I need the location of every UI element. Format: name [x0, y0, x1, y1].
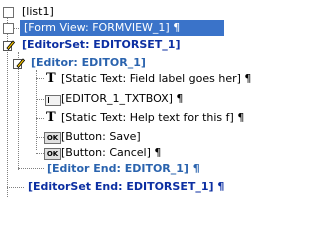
- edit-icon: [3, 40, 15, 51]
- editor-set-label: [EditorSet: EDITORSET_1]: [22, 38, 181, 51]
- component-tree: [list1] [Form View: FORMVIEW_1] ¶ [Edito…: [0, 0, 255, 209]
- txtbox-label: [EDITOR_1_TXTBOX] ¶: [61, 92, 184, 105]
- tree-row-editor-set[interactable]: [EditorSet: EDITORSET_1]: [0, 36, 255, 54]
- button-icon: OK: [44, 148, 61, 160]
- button-icon: OK: [44, 132, 61, 144]
- checkbox-icon[interactable]: [3, 23, 14, 34]
- edit-icon: [13, 58, 25, 69]
- static-field-label: [Static Text: Field label goes her] ¶: [61, 72, 252, 85]
- tree-row-editor-set-end[interactable]: [EditorSet End: EDITORSET_1] ¶: [0, 178, 255, 196]
- checkbox-icon[interactable]: [3, 7, 14, 18]
- editor-set-end-label: [EditorSet End: EDITORSET_1] ¶: [28, 180, 225, 193]
- tree-row-static-text-help[interactable]: T [Static Text: Help text for this f] ¶: [0, 109, 255, 127]
- tree-row-txtbox[interactable]: [EDITOR_1_TXTBOX] ¶: [0, 90, 255, 108]
- editor-end-label: [Editor End: EDITOR_1] ¶: [47, 162, 200, 175]
- tree-row-editor-end[interactable]: [Editor End: EDITOR_1] ¶: [0, 160, 255, 178]
- tree-row-list1[interactable]: [list1]: [0, 3, 255, 21]
- tree-row-static-text-field-label[interactable]: T [Static Text: Field label goes her] ¶: [0, 70, 255, 88]
- static-text-icon: T: [46, 110, 56, 125]
- textbox-icon: [45, 95, 61, 106]
- tree-row-form-view[interactable]: [Form View: FORMVIEW_1] ¶: [20, 20, 224, 36]
- static-text-icon: T: [46, 71, 56, 86]
- static-help-label: [Static Text: Help text for this f] ¶: [61, 111, 245, 124]
- list1-label: [list1]: [22, 5, 54, 18]
